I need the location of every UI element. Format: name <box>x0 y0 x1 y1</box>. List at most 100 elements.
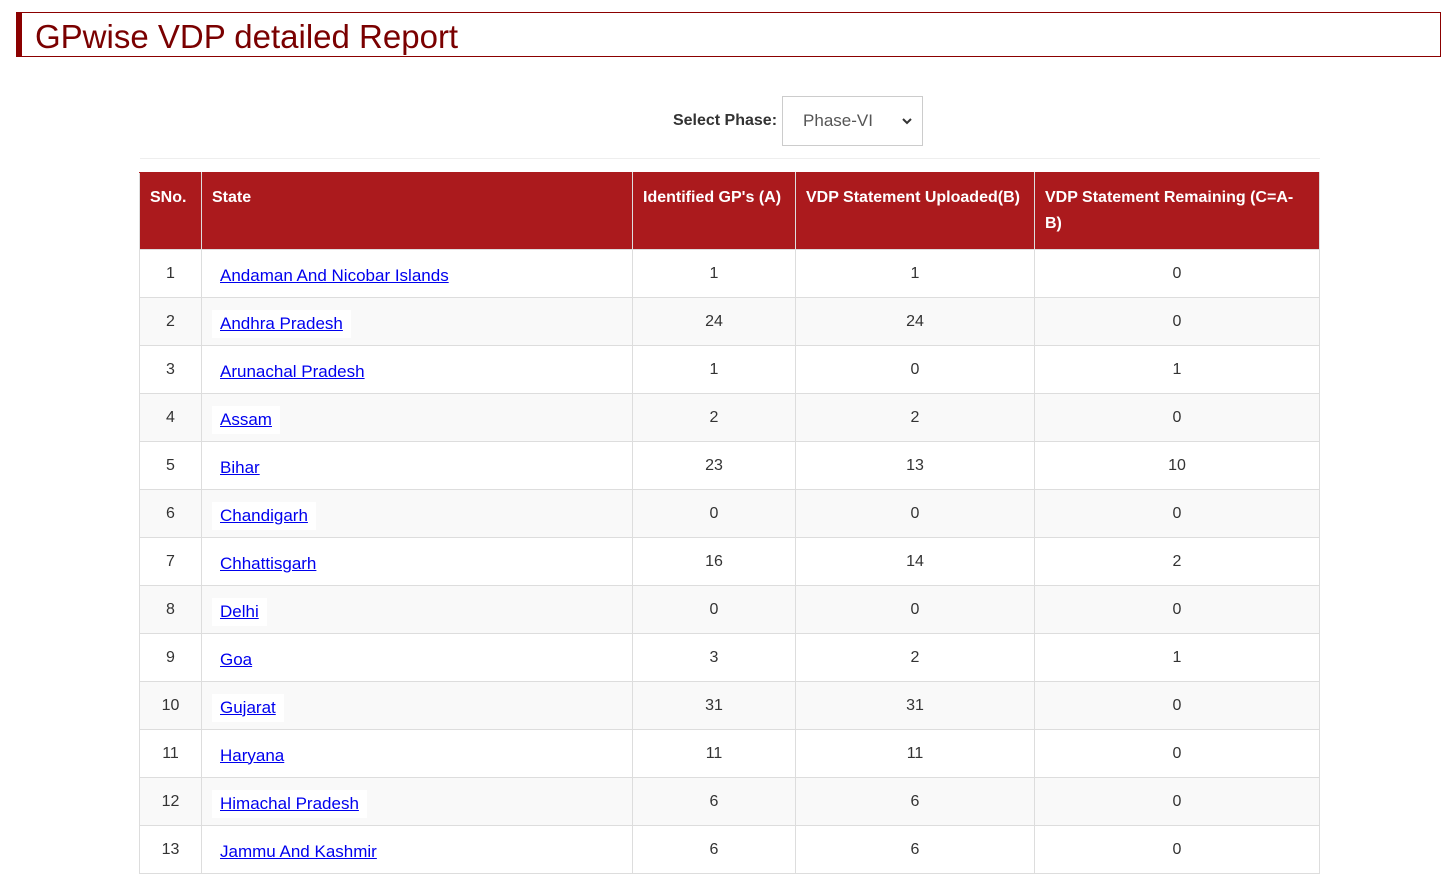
cell-state: Arunachal Pradesh <box>201 345 633 394</box>
cell-sno: 4 <box>139 393 202 442</box>
state-link[interactable]: Jammu And Kashmir <box>212 837 385 866</box>
chevron-down-icon <box>902 118 912 125</box>
cell-sno: 5 <box>139 441 202 490</box>
state-link[interactable]: Gujarat <box>212 693 284 722</box>
table-row: 5 Bihar 23 13 10 <box>139 441 1320 490</box>
cell-state: Jammu And Kashmir <box>201 825 633 874</box>
cell-remaining: 2 <box>1034 537 1320 586</box>
col-sno: SNo. <box>139 172 202 250</box>
phase-select[interactable]: Phase-VI <box>782 96 924 146</box>
cell-sno: 6 <box>139 489 202 538</box>
cell-uploaded: 0 <box>795 489 1035 538</box>
cell-identified: 24 <box>632 297 796 346</box>
cell-state: Chhattisgarh <box>201 537 633 586</box>
cell-remaining: 0 <box>1034 777 1320 826</box>
cell-sno: 1 <box>139 249 202 298</box>
cell-state: Bihar <box>201 441 633 490</box>
cell-state: Goa <box>201 633 633 682</box>
cell-identified: 3 <box>632 633 796 682</box>
cell-remaining: 10 <box>1034 441 1320 490</box>
table-row: 3 Arunachal Pradesh 1 0 1 <box>139 345 1320 394</box>
state-link[interactable]: Chandigarh <box>212 501 316 530</box>
cell-sno: 7 <box>139 537 202 586</box>
state-link[interactable]: Chhattisgarh <box>212 549 325 578</box>
cell-remaining: 1 <box>1034 345 1320 394</box>
cell-state: Chandigarh <box>201 489 633 538</box>
table-row: 1 Andaman And Nicobar Islands 1 1 0 <box>139 249 1320 298</box>
phase-label: Select Phase: <box>672 112 778 129</box>
page-header: GPwise VDP detailed Report <box>16 12 1441 57</box>
state-link[interactable]: Bihar <box>212 453 268 482</box>
cell-remaining: 0 <box>1034 825 1320 874</box>
cell-state: Gujarat <box>201 681 633 730</box>
cell-state: Andaman And Nicobar Islands <box>201 249 633 298</box>
col-uploaded: VDP Statement Uploaded(B) <box>795 172 1035 250</box>
cell-identified: 6 <box>632 825 796 874</box>
cell-state: Delhi <box>201 585 633 634</box>
state-link[interactable]: Delhi <box>212 597 267 626</box>
table-row: 11 Haryana 11 11 0 <box>139 729 1320 778</box>
cell-sno: 3 <box>139 345 202 394</box>
cell-identified: 0 <box>632 585 796 634</box>
cell-state: Himachal Pradesh <box>201 777 633 826</box>
table-row: 9 Goa 3 2 1 <box>139 633 1320 682</box>
cell-uploaded: 6 <box>795 777 1035 826</box>
cell-remaining: 0 <box>1034 393 1320 442</box>
cell-identified: 2 <box>632 393 796 442</box>
cell-uploaded: 2 <box>795 633 1035 682</box>
cell-uploaded: 31 <box>795 681 1035 730</box>
page-title: GPwise VDP detailed Report <box>35 18 459 55</box>
cell-uploaded: 24 <box>795 297 1035 346</box>
table-row: 8 Delhi 0 0 0 <box>139 585 1320 634</box>
cell-remaining: 0 <box>1034 297 1320 346</box>
cell-state: Haryana <box>201 729 633 778</box>
cell-uploaded: 2 <box>795 393 1035 442</box>
cell-uploaded: 11 <box>795 729 1035 778</box>
report-table: SNo. State Identified GP's (A) VDP State… <box>139 172 1320 874</box>
cell-uploaded: 0 <box>795 585 1035 634</box>
table-row: 2 Andhra Pradesh 24 24 0 <box>139 297 1320 346</box>
cell-identified: 1 <box>632 249 796 298</box>
cell-remaining: 0 <box>1034 249 1320 298</box>
state-link[interactable]: Assam <box>212 405 280 434</box>
cell-uploaded: 0 <box>795 345 1035 394</box>
cell-remaining: 1 <box>1034 633 1320 682</box>
table-row: 4 Assam 2 2 0 <box>139 393 1320 442</box>
cell-uploaded: 14 <box>795 537 1035 586</box>
cell-identified: 23 <box>632 441 796 490</box>
col-identified: Identified GP's (A) <box>632 172 796 250</box>
divider <box>140 158 1320 159</box>
table-row: 7 Chhattisgarh 16 14 2 <box>139 537 1320 586</box>
cell-identified: 11 <box>632 729 796 778</box>
phase-filter: Select Phase: Phase-VI <box>0 96 1456 146</box>
state-link[interactable]: Haryana <box>212 741 293 770</box>
cell-remaining: 0 <box>1034 681 1320 730</box>
state-link[interactable]: Himachal Pradesh <box>212 789 367 818</box>
col-remaining: VDP Statement Remaining (C=A-B) <box>1034 172 1320 250</box>
table-row: 10 Gujarat 31 31 0 <box>139 681 1320 730</box>
col-state: State <box>201 172 633 250</box>
state-link[interactable]: Goa <box>212 645 261 674</box>
cell-remaining: 0 <box>1034 489 1320 538</box>
cell-sno: 9 <box>139 633 202 682</box>
cell-sno: 12 <box>139 777 202 826</box>
phase-selected-value: Phase-VI <box>803 111 873 130</box>
state-link[interactable]: Andhra Pradesh <box>212 309 351 338</box>
cell-identified: 31 <box>632 681 796 730</box>
cell-uploaded: 1 <box>795 249 1035 298</box>
table-header-row: SNo. State Identified GP's (A) VDP State… <box>139 172 1320 250</box>
table-row: 12 Himachal Pradesh 6 6 0 <box>139 777 1320 826</box>
state-link[interactable]: Arunachal Pradesh <box>212 357 373 386</box>
cell-sno: 2 <box>139 297 202 346</box>
table-row: 6 Chandigarh 0 0 0 <box>139 489 1320 538</box>
table-row: 13 Jammu And Kashmir 6 6 0 <box>139 825 1320 874</box>
cell-uploaded: 6 <box>795 825 1035 874</box>
cell-sno: 11 <box>139 729 202 778</box>
state-link[interactable]: Andaman And Nicobar Islands <box>212 261 457 290</box>
cell-state: Andhra Pradesh <box>201 297 633 346</box>
cell-identified: 6 <box>632 777 796 826</box>
cell-sno: 8 <box>139 585 202 634</box>
cell-uploaded: 13 <box>795 441 1035 490</box>
cell-identified: 16 <box>632 537 796 586</box>
cell-state: Assam <box>201 393 633 442</box>
